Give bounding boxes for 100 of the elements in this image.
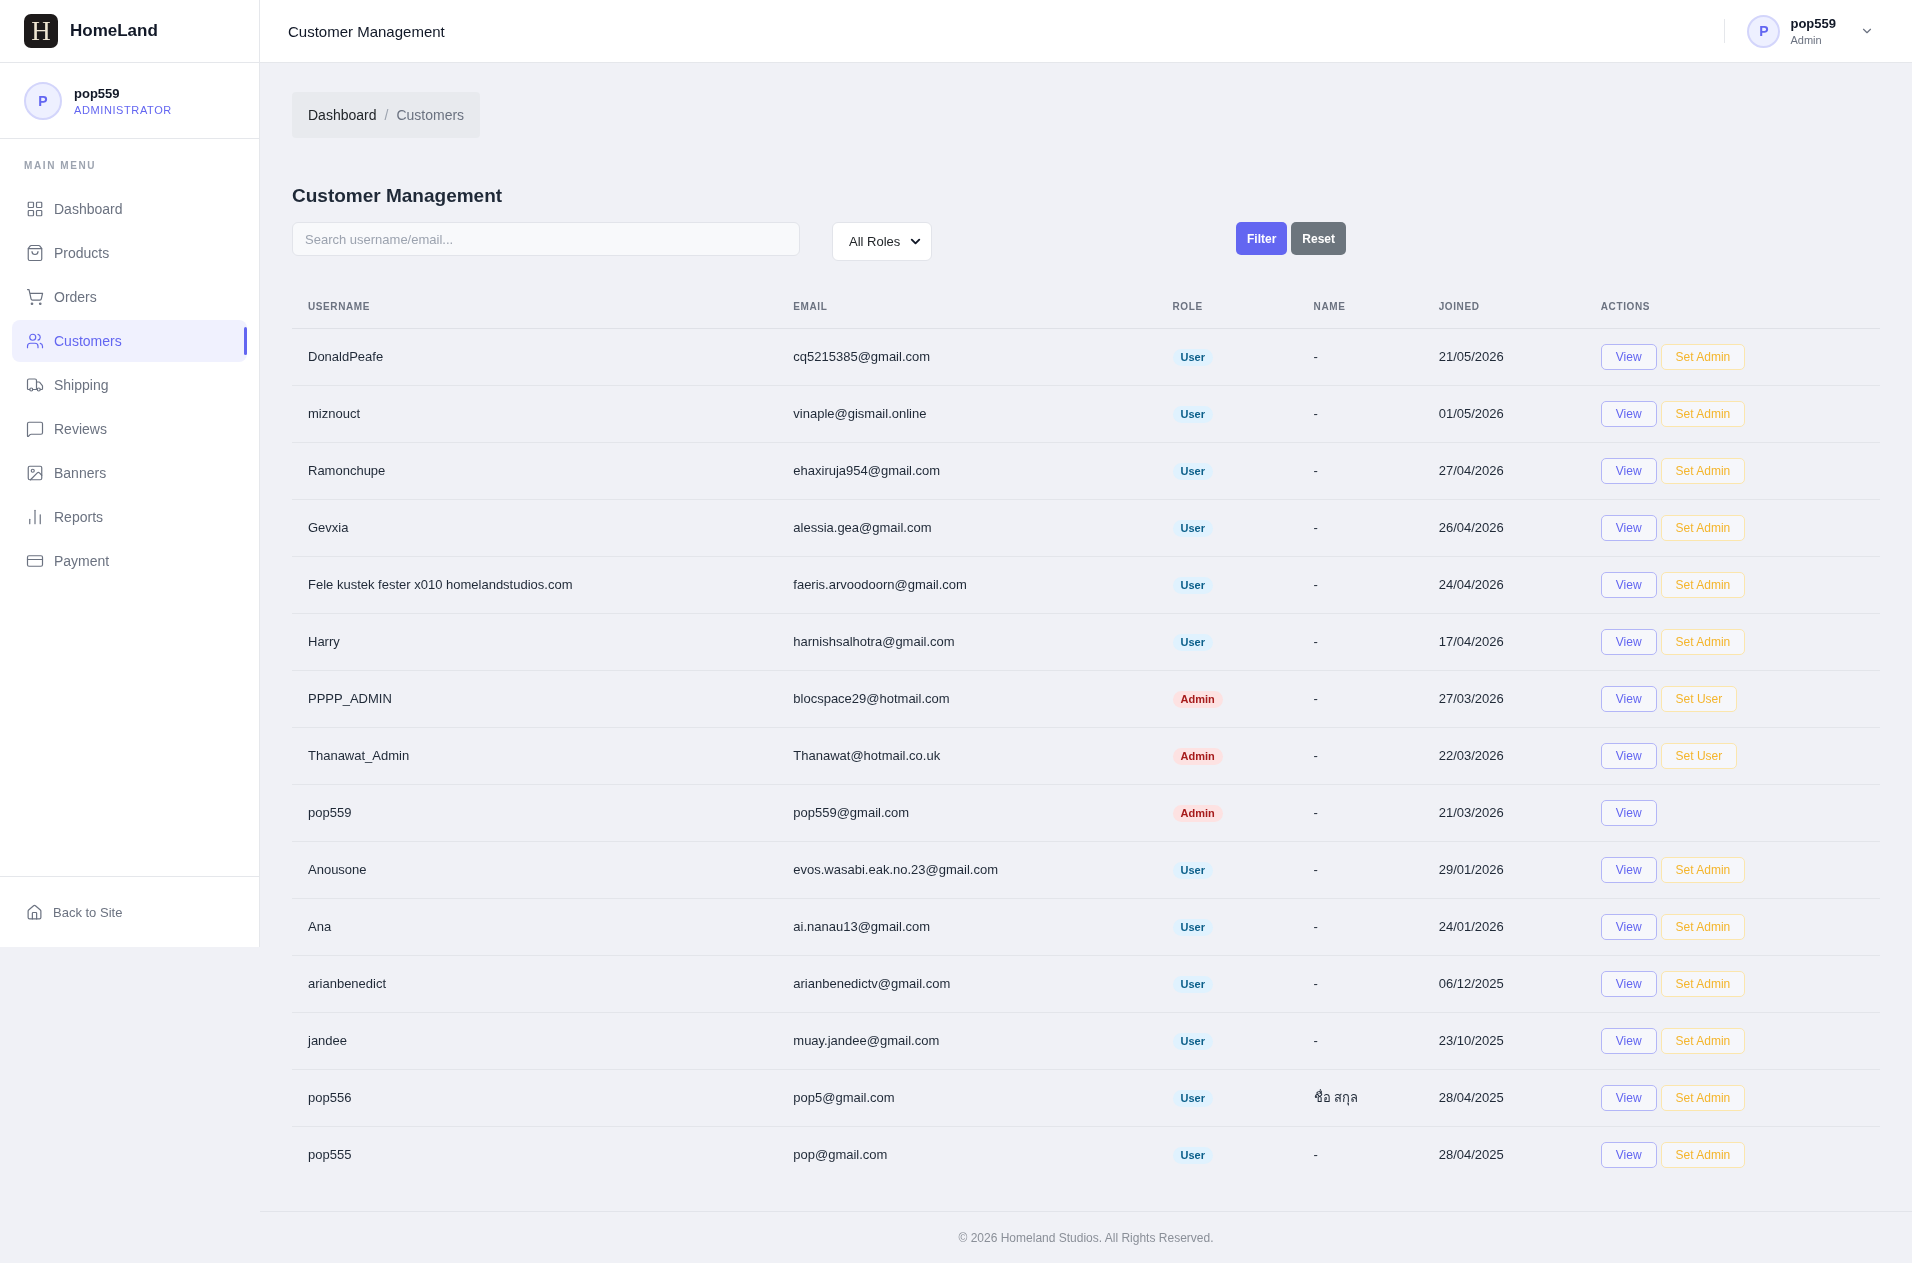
- reset-button[interactable]: Reset: [1291, 222, 1347, 255]
- table-cell: ehaxiruja954@gmail.com: [777, 442, 1157, 500]
- table-cell: Anousone: [292, 841, 778, 899]
- search-field[interactable]: Search username/email...: [292, 222, 800, 256]
- table-cell: Fele kustek fester x010 homelandstudios.com: [292, 556, 778, 614]
- table-cell: blocspace29@hotmail.com: [777, 670, 1157, 728]
- table-cell: Thanawat_Admin: [292, 727, 778, 785]
- user-name: pop559: [74, 85, 121, 101]
- view-button[interactable]: View: [1600, 572, 1657, 598]
- view-button[interactable]: View: [1600, 743, 1657, 769]
- table-cell: 21/05/2026: [1422, 328, 1585, 386]
- role-badge: User: [1172, 862, 1213, 879]
- column-header: NAME: [1297, 285, 1423, 329]
- breadcrumb-link[interactable]: Dashboard: [308, 107, 377, 123]
- role-badge: User: [1172, 577, 1213, 594]
- view-button[interactable]: View: [1600, 1028, 1657, 1054]
- table-cell: Thanawat@hotmail.co.uk: [777, 727, 1157, 785]
- table-cell: -: [1297, 784, 1423, 842]
- table-cell: pop5@gmail.com: [777, 1069, 1157, 1127]
- page-title: Customer Management: [292, 184, 503, 208]
- sidebar-item[interactable]: Shipping: [12, 364, 247, 406]
- column-header: ACTIONS: [1584, 285, 1880, 329]
- grid-icon: [26, 200, 44, 218]
- user-role: Admin: [1790, 34, 1823, 46]
- sidebar-item[interactable]: Reviews: [12, 408, 247, 450]
- view-button[interactable]: View: [1600, 800, 1657, 826]
- table-cell: -: [1297, 841, 1423, 899]
- view-button[interactable]: View: [1600, 344, 1657, 370]
- menu-section-label: MAIN MENU: [24, 160, 97, 172]
- sidebar-item[interactable]: Payment: [12, 540, 247, 582]
- table-cell: Harry: [292, 613, 778, 671]
- table-cell: 27/03/2026: [1422, 670, 1585, 728]
- table-cell: ai.nanau13@gmail.com: [777, 898, 1157, 956]
- table-cell: evos.wasabi.eak.no.23@gmail.com: [777, 841, 1157, 899]
- table-cell: 28/04/2025: [1422, 1069, 1585, 1127]
- column-header: JOINED: [1422, 285, 1585, 329]
- sidebar-item[interactable]: Reports: [12, 496, 247, 538]
- table-cell: -: [1297, 1126, 1423, 1183]
- view-button[interactable]: View: [1600, 971, 1657, 997]
- table-cell: Gevxia: [292, 499, 778, 557]
- view-button[interactable]: View: [1600, 914, 1657, 940]
- role-badge: User: [1172, 976, 1213, 993]
- top-bar-title: Customer Management: [288, 22, 445, 40]
- table-cell: 29/01/2026: [1422, 841, 1585, 899]
- table-cell: -: [1297, 1012, 1423, 1070]
- role-badge: User: [1172, 349, 1213, 366]
- table-cell: 24/04/2026: [1422, 556, 1585, 614]
- table-cell: vinaple@gismail.online: [777, 385, 1157, 443]
- view-button[interactable]: View: [1600, 686, 1657, 712]
- user-avatar: P: [24, 81, 62, 120]
- image-icon: [26, 464, 44, 482]
- table-cell: jandee: [292, 1012, 778, 1070]
- credit-card-icon: [26, 552, 44, 570]
- table-cell: 26/04/2026: [1422, 499, 1585, 557]
- role-badge: User: [1172, 1147, 1213, 1164]
- view-button[interactable]: View: [1600, 1085, 1657, 1111]
- cart-icon: [26, 288, 44, 306]
- view-button[interactable]: View: [1600, 515, 1657, 541]
- view-button[interactable]: View: [1600, 857, 1657, 883]
- table-cell: arianbenedictv@gmail.com: [777, 955, 1157, 1013]
- table-cell: pop559: [292, 784, 778, 842]
- filter-button[interactable]: Filter: [1236, 222, 1288, 255]
- table-cell: 21/03/2026: [1422, 784, 1585, 842]
- role-select[interactable]: All Roles: [832, 222, 932, 261]
- view-button[interactable]: View: [1600, 401, 1657, 427]
- table-cell: harnishsalhotra@gmail.com: [777, 613, 1157, 671]
- table-cell: -: [1297, 955, 1423, 1013]
- table-cell: 06/12/2025: [1422, 955, 1585, 1013]
- table-cell: miznouct: [292, 385, 778, 443]
- view-button[interactable]: View: [1600, 629, 1657, 655]
- sidebar-item[interactable]: Customers: [12, 320, 247, 362]
- column-header: ROLE: [1156, 285, 1298, 329]
- sidebar-item[interactable]: Banners: [12, 452, 247, 494]
- table-cell: -: [1297, 442, 1423, 500]
- table-cell: faeris.arvoodoorn@gmail.com: [777, 556, 1157, 614]
- table-cell: 22/03/2026: [1422, 727, 1585, 785]
- column-header: EMAIL: [777, 285, 1157, 329]
- table-cell: ชื่อ สกุล: [1297, 1069, 1423, 1127]
- table-cell: -: [1297, 385, 1423, 443]
- table-cell: -: [1297, 670, 1423, 728]
- view-button[interactable]: View: [1600, 458, 1657, 484]
- table-cell: alessia.gea@gmail.com: [777, 499, 1157, 557]
- brand-name: HomeLand: [70, 21, 158, 41]
- user-name: pop559: [1790, 16, 1836, 31]
- breadcrumb-separator: /: [384, 107, 389, 123]
- table-cell: 23/10/2025: [1422, 1012, 1585, 1070]
- table-cell: arianbenedict: [292, 955, 778, 1013]
- table-cell: DonaldPeafe: [292, 328, 778, 386]
- role-badge: User: [1172, 406, 1213, 423]
- view-button[interactable]: View: [1600, 1142, 1657, 1168]
- sidebar-item[interactable]: Dashboard: [12, 188, 247, 230]
- table-cell: -: [1297, 328, 1423, 386]
- truck-icon: [26, 376, 44, 394]
- table-cell: PPPP_ADMIN: [292, 670, 778, 728]
- table-cell: Ramonchupe: [292, 442, 778, 500]
- sidebar-item[interactable]: Orders: [12, 276, 247, 318]
- role-badge: User: [1172, 1033, 1213, 1050]
- sidebar-item[interactable]: Products: [12, 232, 247, 274]
- role-badge: User: [1172, 919, 1213, 936]
- back-to-site-link[interactable]: Back to Site: [26, 903, 123, 921]
